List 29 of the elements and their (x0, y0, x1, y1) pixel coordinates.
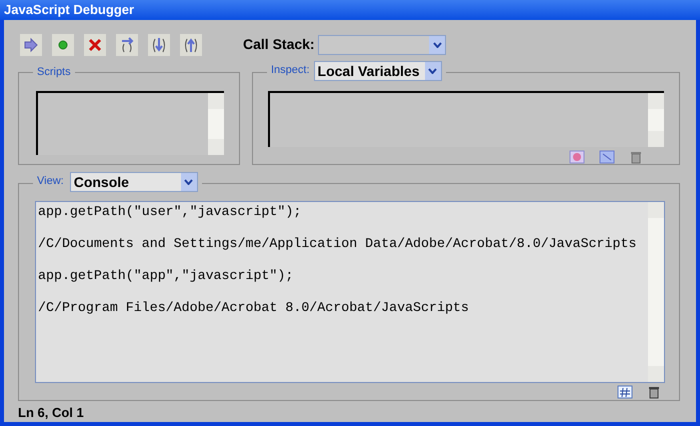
arrow-right-button[interactable] (20, 34, 42, 56)
trash-icon[interactable] (647, 384, 661, 398)
scripts-list[interactable] (36, 90, 224, 154)
variables-list[interactable] (268, 90, 664, 146)
console-line: app.getPath("app","javascript"); (38, 268, 294, 284)
scrollbar[interactable] (648, 202, 664, 382)
view-label: View: (37, 174, 64, 190)
step-out-button[interactable] (180, 34, 202, 56)
console-line: /C/Documents and Settings/me/Application Data/Adobe/Acrobat/8.0/JavaScripts (38, 236, 638, 252)
dot-button[interactable] (52, 34, 74, 56)
call-stack-label: Call Stack: (243, 35, 316, 54)
arrow-right-icon (22, 36, 40, 54)
step-out-icon (182, 36, 200, 54)
window-title: JavaScript Debugger (4, 1, 134, 19)
step-into-icon (150, 36, 168, 54)
status-bar-text: Ln 6, Col 1 (18, 404, 85, 422)
close-button[interactable] (84, 34, 106, 56)
scrollbar[interactable] (208, 92, 224, 154)
hash-icon[interactable] (617, 384, 633, 398)
console-line: /C/Program Files/Adobe/Acrobat 8.0/Acrobat/JavaScripts (38, 300, 470, 316)
inspect-label: Inspect: (271, 63, 310, 78)
scrollbar[interactable] (648, 92, 664, 146)
step-into-button[interactable] (148, 34, 170, 56)
console-area[interactable]: app.getPath("user","javascript"); /C/Documents and Settings/me/Application Data/Adobe/Acrobat/8.0/JavaScripts app.getPath("app","javascript"); /C/Program Files/Adobe/Acrobat 8.0/Acrobat/JavaScripts (35, 200, 665, 382)
inspect-dropdown[interactable]: Local Variables (314, 60, 442, 80)
console-line: app.getPath("user","javascript"); (38, 204, 302, 220)
view-dropdown[interactable]: Console (70, 172, 198, 192)
trash-icon[interactable] (629, 150, 643, 164)
step-over-button[interactable] (116, 34, 138, 56)
